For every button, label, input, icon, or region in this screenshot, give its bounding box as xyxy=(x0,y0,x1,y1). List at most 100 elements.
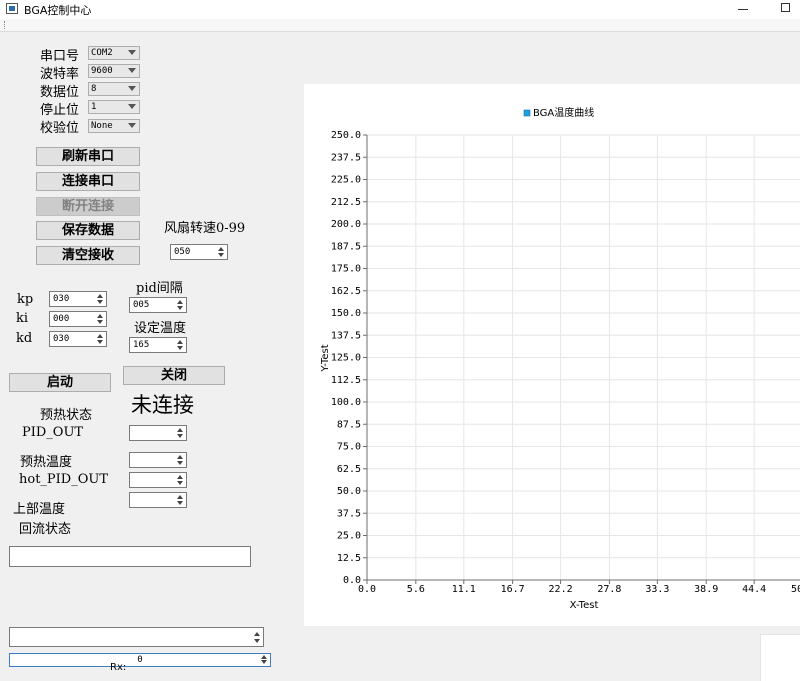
parity-select[interactable]: None xyxy=(88,119,140,133)
chevron-down-icon xyxy=(128,68,136,73)
window-title: BGA控制中心 xyxy=(24,4,92,17)
close-button[interactable]: 关闭 xyxy=(123,366,225,385)
spin-down-icon[interactable] xyxy=(177,481,183,485)
connect-port-button[interactable]: 连接串口 xyxy=(36,172,140,191)
spin-down-icon[interactable] xyxy=(177,306,183,310)
top-temp-label: 上部温度 xyxy=(13,502,66,517)
save-data-button[interactable]: 保存数据 xyxy=(36,221,140,240)
x-tick-label: 44.4 xyxy=(742,584,766,595)
spin-up-icon[interactable] xyxy=(177,475,183,479)
spin-down-icon[interactable] xyxy=(177,461,183,465)
y-tick-label: 200.0 xyxy=(331,219,361,230)
preheat-state-label: 预热状态 xyxy=(40,408,93,423)
connection-status: 未连接 xyxy=(131,393,194,417)
x-tick-label: 5.6 xyxy=(407,584,425,595)
chart-panel: 0.0 12.5 25.0 37.5 50.0 62.5 75.0 87.5 100.0 112.… xyxy=(304,84,800,626)
spin-down-icon[interactable] xyxy=(177,434,183,438)
chevron-down-icon xyxy=(128,86,136,91)
disconnect-button[interactable]: 断开连接 xyxy=(36,197,140,216)
spin-down-icon[interactable] xyxy=(97,320,103,324)
databits-label: 数据位 xyxy=(40,85,80,100)
spin-down-icon[interactable] xyxy=(218,253,224,257)
y-tick-label: 187.5 xyxy=(331,241,361,252)
spin-down-icon[interactable] xyxy=(254,639,260,643)
x-tick-label: 0.0 xyxy=(358,584,376,595)
fan-speed-spinbox[interactable]: 050 xyxy=(170,244,228,260)
spin-up-icon[interactable] xyxy=(97,294,103,298)
clear-receive-button[interactable]: 清空接收 xyxy=(36,246,140,265)
spin-up-icon[interactable] xyxy=(261,655,267,659)
x-tick-label: 22.2 xyxy=(549,584,573,595)
spin-up-icon[interactable] xyxy=(177,428,183,432)
x-tick-label: 50.0 xyxy=(791,584,800,595)
baud-label: 波特率 xyxy=(40,67,80,82)
ki-spinbox[interactable]: 000 xyxy=(49,311,107,327)
y-tick-label: 162.5 xyxy=(331,286,361,297)
toolbar-grip-icon xyxy=(4,21,7,29)
ki-label: ki xyxy=(16,311,29,326)
y-tick-label: 12.5 xyxy=(337,553,361,564)
chevron-down-icon xyxy=(128,50,136,55)
maximize-icon[interactable] xyxy=(781,3,790,12)
spin-up-icon[interactable] xyxy=(177,495,183,499)
spin-down-icon[interactable] xyxy=(177,501,183,505)
reflow-state-field[interactable] xyxy=(9,546,251,567)
spin-down-icon[interactable] xyxy=(177,346,183,350)
send-input[interactable] xyxy=(9,627,264,647)
pid-out-label: PID_OUT xyxy=(22,425,84,440)
preheat-temp-label: 预热温度 xyxy=(20,455,73,470)
legend-marker xyxy=(523,109,531,117)
stopbits-select[interactable]: 1 xyxy=(88,100,140,114)
hot-pid-out-label: hot_PID_OUT xyxy=(19,472,109,487)
y-tick-label: 212.5 xyxy=(331,197,361,208)
spin-down-icon[interactable] xyxy=(261,660,267,664)
spin-up-icon[interactable] xyxy=(97,314,103,318)
databits-select[interactable]: 8 xyxy=(88,82,140,96)
spin-up-icon[interactable] xyxy=(97,334,103,338)
pid-out-spinbox[interactable] xyxy=(129,425,187,441)
y-tick-label: 112.5 xyxy=(331,375,361,386)
spin-up-icon[interactable] xyxy=(254,632,260,636)
reflow-state-label: 回流状态 xyxy=(19,522,72,537)
y-tick-label: 25.0 xyxy=(337,531,361,542)
pid-interval-spinbox[interactable]: 005 xyxy=(129,297,187,313)
start-button[interactable]: 启动 xyxy=(9,373,111,392)
y-tick-label: 175.0 xyxy=(331,264,361,275)
spin-up-icon[interactable] xyxy=(177,340,183,344)
spin-down-icon[interactable] xyxy=(97,300,103,304)
kd-spinbox[interactable]: 030 xyxy=(49,331,107,347)
y-tick-label: 62.5 xyxy=(337,464,361,475)
pid-interval-label: pid间隔 xyxy=(136,281,183,296)
kp-spinbox[interactable]: 030 xyxy=(49,291,107,307)
refresh-port-button[interactable]: 刷新串口 xyxy=(36,147,140,166)
fan-speed-label: 风扇转速0-99 xyxy=(164,221,246,236)
x-tick-label: 33.3 xyxy=(645,584,669,595)
port-select[interactable]: COM2 xyxy=(88,46,140,60)
rx-count-spinbox[interactable]: 0 xyxy=(9,653,271,667)
top-temp-spinbox[interactable] xyxy=(129,492,187,508)
menu-bar xyxy=(0,19,800,32)
spin-up-icon[interactable] xyxy=(177,455,183,459)
y-tick-label: 100.0 xyxy=(331,397,361,408)
spin-up-icon[interactable] xyxy=(218,247,224,251)
baud-select[interactable]: 9600 xyxy=(88,64,140,78)
y-tick-label: 37.5 xyxy=(337,508,361,519)
spin-up-icon[interactable] xyxy=(177,300,183,304)
hot-pid-out-spinbox[interactable] xyxy=(129,472,187,488)
app-icon xyxy=(6,3,18,14)
y-tick-label: 237.5 xyxy=(331,152,361,163)
spin-down-icon[interactable] xyxy=(97,340,103,344)
minimize-icon[interactable] xyxy=(738,9,748,10)
set-temp-spinbox[interactable]: 165 xyxy=(129,337,187,353)
x-axis-title: X-Test xyxy=(570,600,599,611)
y-tick-label: 225.0 xyxy=(331,175,361,186)
set-temp-label: 设定温度 xyxy=(134,321,187,336)
rx-label: Rx: xyxy=(110,662,127,673)
corner-panel xyxy=(760,634,800,681)
title-bar xyxy=(0,0,800,19)
temperature-chart: 0.0 12.5 25.0 37.5 50.0 62.5 75.0 87.5 100.0 112.… xyxy=(320,106,800,611)
preheat-temp-spinbox[interactable] xyxy=(129,452,187,468)
port-label: 串口号 xyxy=(40,49,80,64)
legend-label: BGA温度曲线 xyxy=(533,106,594,119)
chevron-down-icon xyxy=(128,123,136,128)
